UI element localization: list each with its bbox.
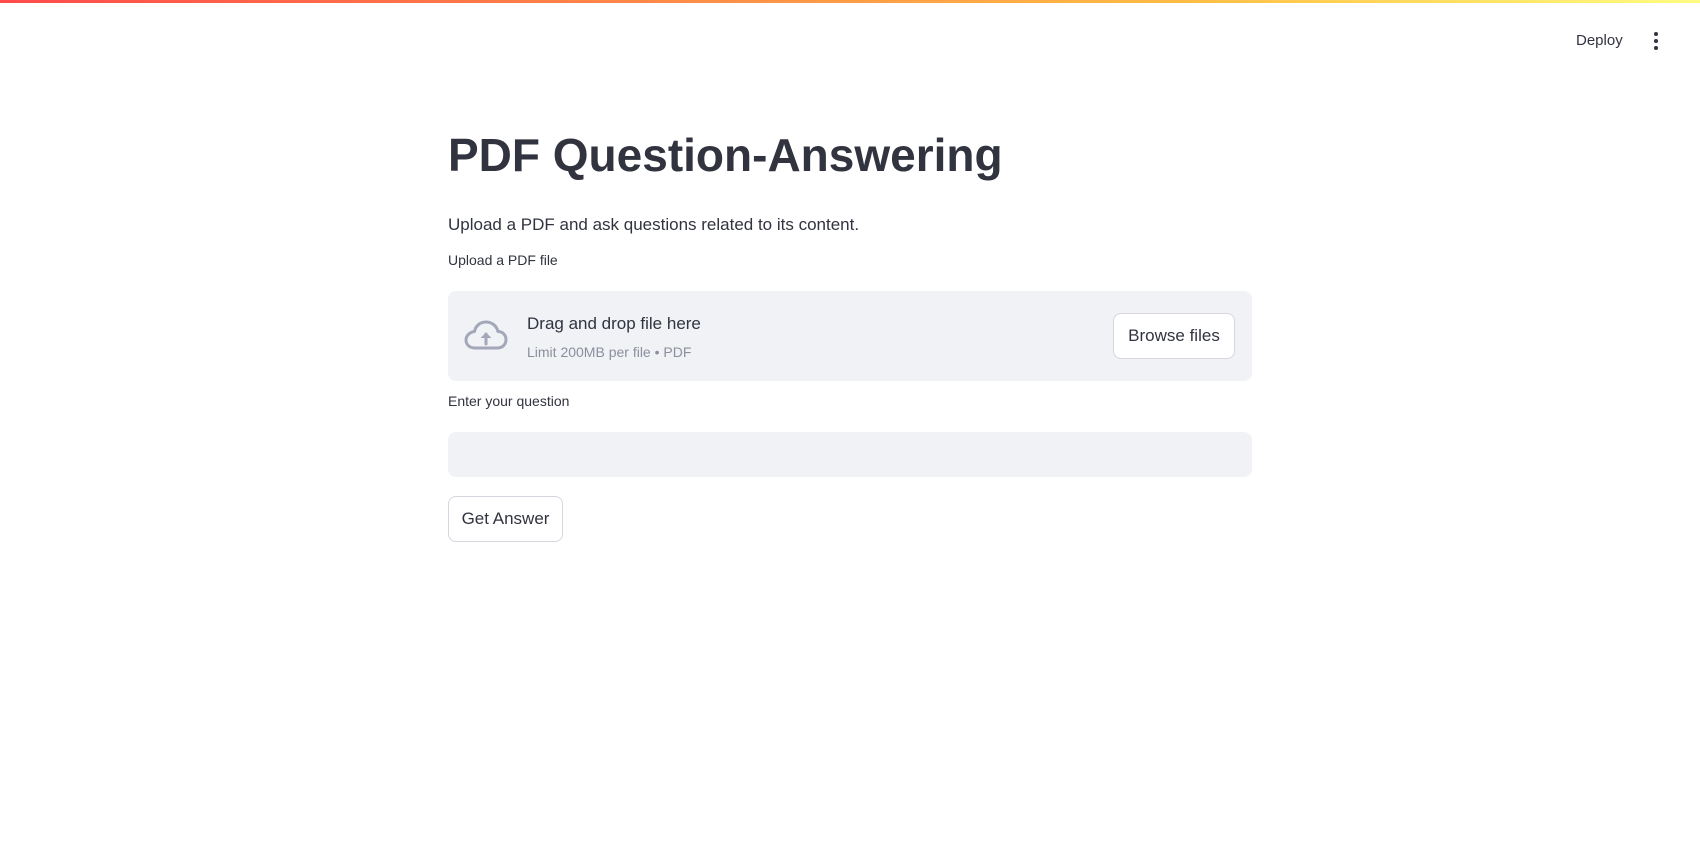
page-subtitle: Upload a PDF and ask questions related t… (448, 215, 860, 234)
page-title: PDF Question-Answering (448, 129, 1003, 181)
file-uploader-label: Upload a PDF file (448, 252, 558, 268)
question-label: Enter your question (448, 393, 570, 409)
dropzone-instructions: Drag and drop file here (527, 314, 701, 333)
deploy-button[interactable]: Deploy (1566, 26, 1633, 56)
browse-files-button[interactable]: Browse files (1113, 313, 1235, 359)
file-limit-text: Limit 200MB per file • PDF (527, 344, 692, 360)
file-dropzone[interactable]: Drag and drop file here Limit 200MB per … (448, 291, 1252, 381)
cloud-upload-icon (464, 320, 508, 350)
vertical-dots-icon (1654, 32, 1658, 36)
get-answer-button[interactable]: Get Answer (448, 496, 563, 542)
question-input[interactable] (448, 432, 1252, 477)
app-header: Deploy (0, 0, 1700, 60)
main-menu-button[interactable] (1644, 26, 1668, 56)
